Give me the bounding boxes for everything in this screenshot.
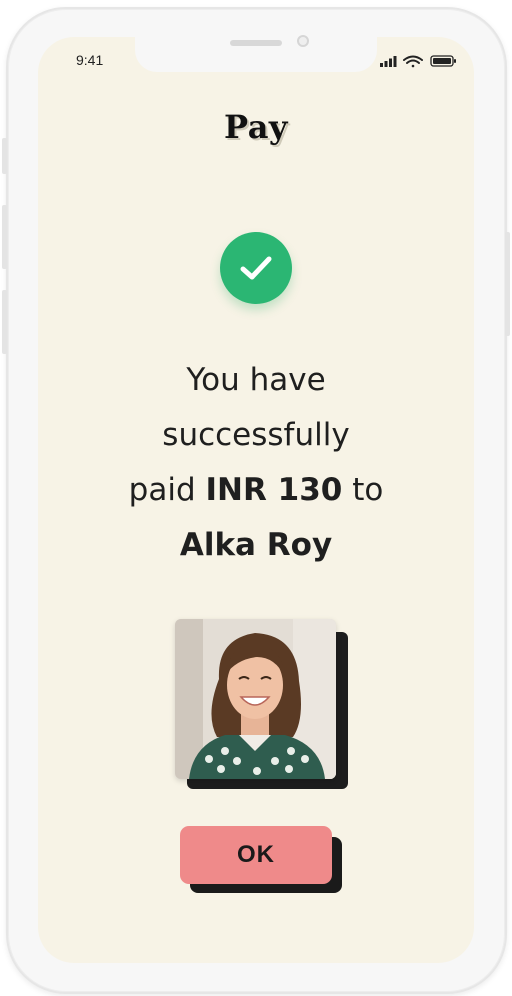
- volume-down-button: [2, 290, 7, 354]
- message-to-suffix: to: [342, 472, 384, 508]
- recipient-photo: [175, 619, 336, 779]
- recipient-name: Alka Roy: [179, 527, 333, 563]
- checkmark-circle-icon: [220, 232, 292, 304]
- wifi-icon: [403, 55, 423, 68]
- stage: 9:41 Pay You have successfully paid INR …: [0, 0, 512, 996]
- front-camera: [297, 35, 309, 47]
- power-button: [505, 232, 510, 336]
- status-icons: [380, 55, 456, 68]
- message-line-3: paid INR 130 to: [60, 463, 452, 518]
- message-paid-prefix: paid: [128, 472, 206, 508]
- app-title: Pay: [223, 108, 289, 146]
- volume-up-button: [2, 205, 7, 269]
- battery-icon: [430, 55, 456, 67]
- success-message: You have successfully paid INR 130 to Al…: [60, 353, 452, 573]
- message-line-1: You have: [186, 362, 326, 398]
- status-time: 9:41: [76, 52, 104, 68]
- signal-bars-icon: [380, 56, 397, 67]
- ok-button[interactable]: OK: [180, 826, 332, 884]
- checkmark-icon: [240, 256, 272, 280]
- recipient-portrait: [175, 619, 336, 779]
- notch: [135, 30, 377, 72]
- speaker-grille: [230, 40, 282, 46]
- message-line-4: Alka Roy: [60, 518, 452, 573]
- payment-amount: INR 130: [205, 472, 343, 508]
- message-line-2: successfully: [162, 417, 350, 453]
